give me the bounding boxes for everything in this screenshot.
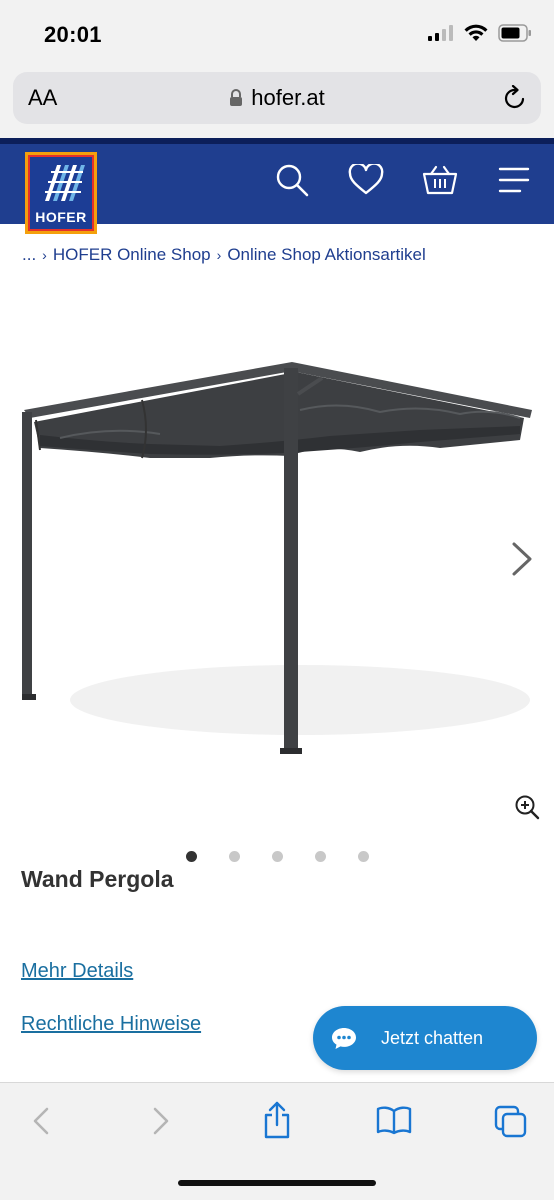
- header-actions: [274, 162, 532, 198]
- gallery-next-button[interactable]: [508, 540, 536, 583]
- breadcrumb-ellipsis[interactable]: ...: [22, 245, 36, 265]
- status-bar: 20:01: [0, 0, 554, 66]
- product-image[interactable]: [0, 330, 554, 770]
- home-indicator: [178, 1180, 376, 1186]
- reload-button[interactable]: [503, 84, 527, 116]
- chat-label: Jetzt chatten: [381, 1027, 484, 1048]
- url-display[interactable]: hofer.at: [13, 85, 541, 111]
- address-bar[interactable]: AA hofer.at: [13, 72, 541, 124]
- share-icon: [264, 1101, 290, 1139]
- basket-icon: [422, 165, 458, 195]
- gallery-dot[interactable]: [315, 851, 326, 862]
- gallery-dot[interactable]: [358, 851, 369, 862]
- hofer-logo[interactable]: HOFER: [25, 152, 97, 234]
- forward-button[interactable]: [150, 1105, 172, 1142]
- breadcrumb: ... › HOFER Online Shop › Online Shop Ak…: [22, 245, 426, 265]
- lock-icon: [230, 89, 243, 106]
- zoom-in-icon: [515, 795, 540, 820]
- zoom-button[interactable]: [514, 794, 540, 825]
- legal-notes-link[interactable]: Rechtliche Hinweise: [21, 1013, 201, 1036]
- back-icon: [33, 1107, 49, 1135]
- bookmarks-icon: [376, 1106, 412, 1135]
- url-text: hofer.at: [251, 85, 325, 110]
- bookmarks-button[interactable]: [376, 1105, 412, 1140]
- battery-icon: [498, 24, 531, 42]
- product-title: Wand Pergola: [21, 866, 174, 892]
- wishlist-button[interactable]: [348, 162, 384, 198]
- tabs-button[interactable]: [494, 1105, 528, 1144]
- share-button[interactable]: [262, 1101, 292, 1144]
- basket-button[interactable]: [422, 162, 458, 198]
- menu-button[interactable]: [496, 162, 532, 198]
- breadcrumb-item-aktionsartikel[interactable]: Online Shop Aktionsartikel: [227, 245, 425, 265]
- chevron-right-icon: ›: [216, 247, 222, 263]
- signal-icon: [428, 25, 453, 41]
- chevron-right-icon: [512, 542, 532, 576]
- browser-toolbar: AA hofer.at: [0, 66, 554, 138]
- gallery-dot-active[interactable]: [186, 851, 197, 862]
- search-button[interactable]: [274, 162, 310, 198]
- chevron-right-icon: ›: [42, 247, 47, 263]
- more-details-link[interactable]: Mehr Details: [21, 960, 133, 983]
- menu-icon: [498, 167, 530, 193]
- status-time: 20:01: [44, 22, 102, 47]
- forward-icon: [153, 1107, 169, 1135]
- reload-icon: [504, 84, 525, 109]
- gallery-dot[interactable]: [272, 851, 283, 862]
- gallery-pagination: [186, 851, 369, 862]
- logo-text: HOFER: [35, 209, 87, 225]
- site-header: HOFER: [0, 138, 554, 234]
- heart-icon: [348, 164, 384, 195]
- search-icon: [276, 164, 309, 197]
- logo-stripes-icon: [45, 165, 85, 201]
- tabs-icon: [494, 1105, 527, 1138]
- chat-button[interactable]: Jetzt chatten: [313, 1006, 537, 1070]
- logo-mark: HOFER: [28, 155, 94, 231]
- gallery-dot[interactable]: [229, 851, 240, 862]
- back-button[interactable]: [30, 1105, 52, 1142]
- status-icons: [428, 24, 532, 42]
- wifi-icon: [464, 24, 488, 41]
- chat-bubble-icon: [332, 1028, 356, 1049]
- breadcrumb-item-online-shop[interactable]: HOFER Online Shop: [53, 245, 211, 265]
